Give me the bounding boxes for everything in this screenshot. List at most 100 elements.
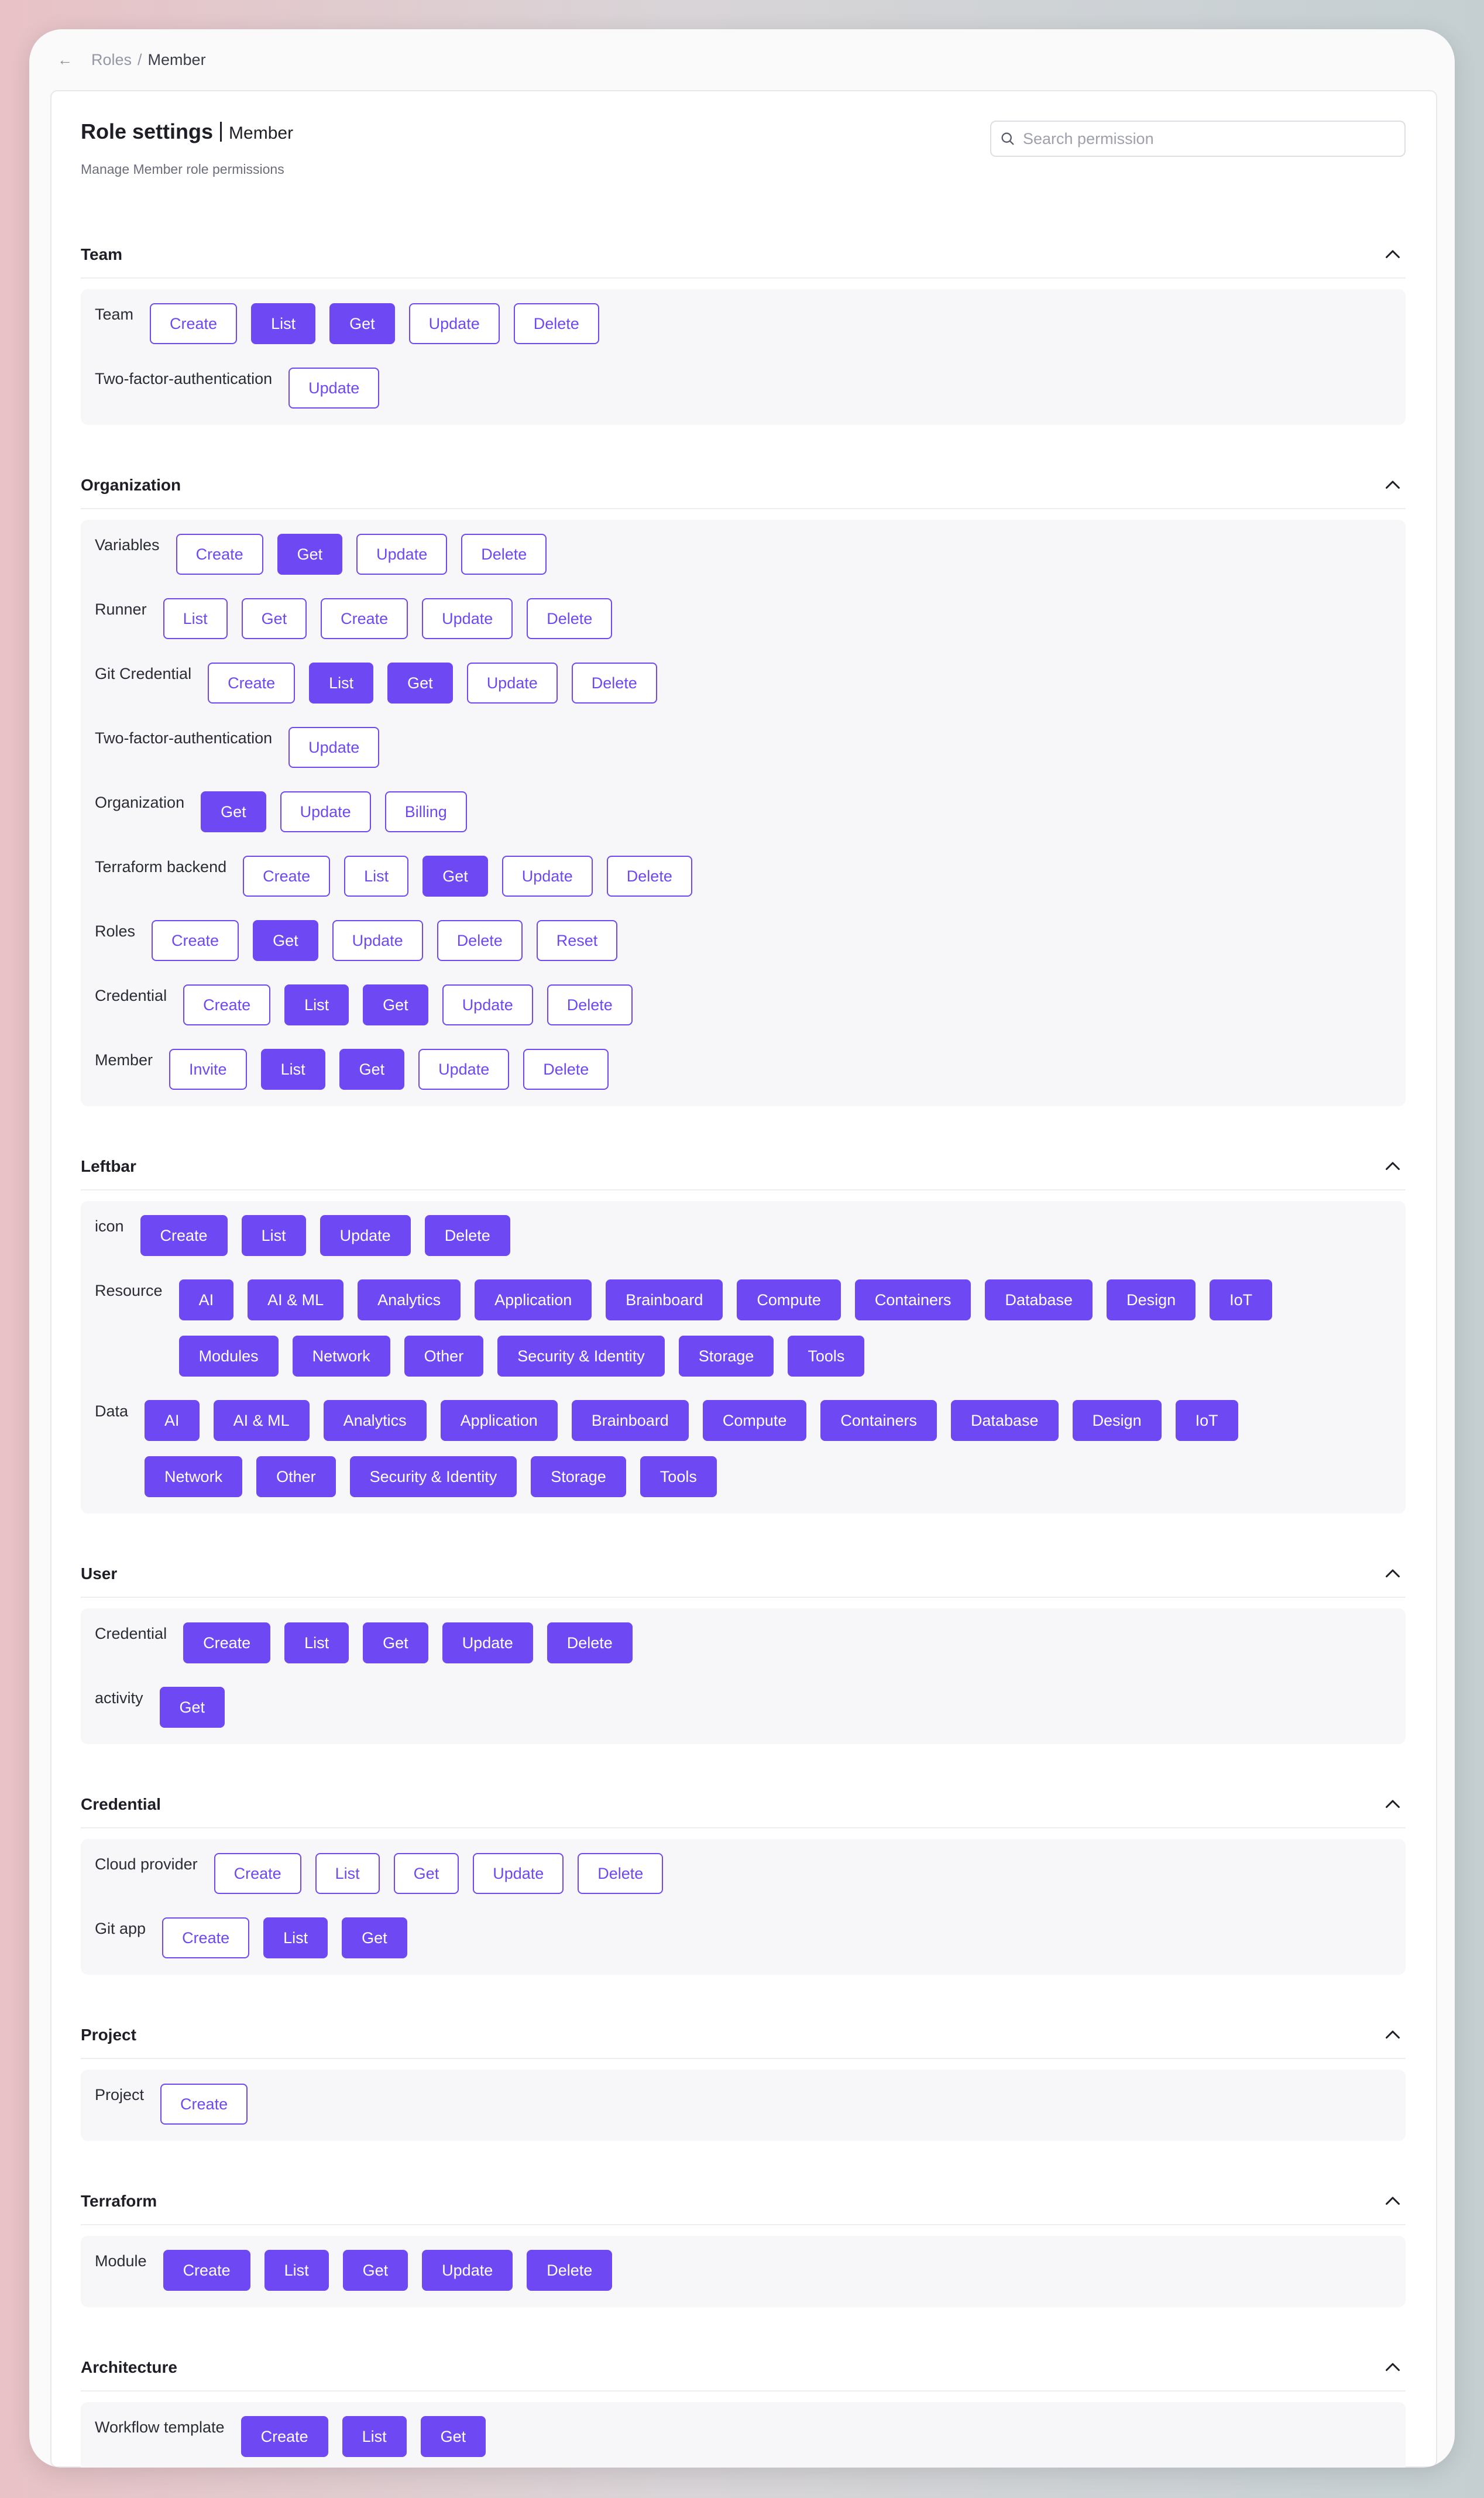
get-permission-toggle[interactable]: Get bbox=[201, 791, 266, 832]
create-permission-toggle[interactable]: Create bbox=[162, 1917, 250, 1958]
get-permission-toggle[interactable]: Get bbox=[277, 534, 343, 575]
list-permission-toggle[interactable]: List bbox=[163, 598, 228, 639]
delete-permission-toggle[interactable]: Delete bbox=[571, 663, 657, 704]
security-and-identity-permission-toggle[interactable]: Security & Identity bbox=[497, 1336, 665, 1377]
create-permission-toggle[interactable]: Create bbox=[176, 534, 263, 575]
delete-permission-toggle[interactable]: Delete bbox=[527, 598, 613, 639]
get-permission-toggle[interactable]: Get bbox=[363, 1622, 428, 1663]
brainboard-permission-toggle[interactable]: Brainboard bbox=[606, 1279, 723, 1320]
ai-and-ml-permission-toggle[interactable]: AI & ML bbox=[248, 1279, 344, 1320]
application-permission-toggle[interactable]: Application bbox=[440, 1400, 558, 1441]
list-permission-toggle[interactable]: List bbox=[342, 2416, 407, 2457]
compute-permission-toggle[interactable]: Compute bbox=[702, 1400, 807, 1441]
update-permission-toggle[interactable]: Update bbox=[442, 984, 533, 1025]
security-and-identity-permission-toggle[interactable]: Security & Identity bbox=[349, 1456, 517, 1497]
compute-permission-toggle[interactable]: Compute bbox=[737, 1279, 841, 1320]
update-permission-toggle[interactable]: Update bbox=[332, 920, 423, 961]
modules-permission-toggle[interactable]: Modules bbox=[178, 1336, 279, 1377]
database-permission-toggle[interactable]: Database bbox=[950, 1400, 1059, 1441]
get-permission-toggle[interactable]: Get bbox=[387, 663, 453, 704]
create-permission-toggle[interactable]: Create bbox=[183, 1622, 271, 1663]
back-arrow-icon[interactable]: ← bbox=[57, 51, 73, 69]
create-permission-toggle[interactable]: Create bbox=[150, 303, 238, 344]
delete-permission-toggle[interactable]: Delete bbox=[437, 920, 523, 961]
create-permission-toggle[interactable]: Create bbox=[243, 856, 331, 897]
get-permission-toggle[interactable]: Get bbox=[420, 2416, 486, 2457]
storage-permission-toggle[interactable]: Storage bbox=[678, 1336, 774, 1377]
other-permission-toggle[interactable]: Other bbox=[256, 1456, 336, 1497]
section-header[interactable]: Project bbox=[81, 2012, 1406, 2059]
list-permission-toggle[interactable]: List bbox=[241, 1215, 306, 1256]
application-permission-toggle[interactable]: Application bbox=[475, 1279, 592, 1320]
ai-permission-toggle[interactable]: AI bbox=[178, 1279, 234, 1320]
create-permission-toggle[interactable]: Create bbox=[241, 2416, 328, 2457]
create-permission-toggle[interactable]: Create bbox=[152, 920, 239, 961]
section-header[interactable]: Leftbar bbox=[81, 1144, 1406, 1190]
database-permission-toggle[interactable]: Database bbox=[985, 1279, 1093, 1320]
chevron-up-icon[interactable] bbox=[1382, 244, 1403, 265]
billing-permission-toggle[interactable]: Billing bbox=[384, 791, 467, 832]
update-permission-toggle[interactable]: Update bbox=[466, 663, 558, 704]
list-permission-toggle[interactable]: List bbox=[344, 856, 409, 897]
get-permission-toggle[interactable]: Get bbox=[363, 984, 428, 1025]
section-header[interactable]: Organization bbox=[81, 462, 1406, 509]
list-permission-toggle[interactable]: List bbox=[315, 1853, 380, 1894]
delete-permission-toggle[interactable]: Delete bbox=[424, 1215, 510, 1256]
create-permission-toggle[interactable]: Create bbox=[183, 984, 271, 1025]
get-permission-toggle[interactable]: Get bbox=[342, 2250, 408, 2291]
invite-permission-toggle[interactable]: Invite bbox=[169, 1049, 247, 1090]
delete-permission-toggle[interactable]: Delete bbox=[547, 984, 633, 1025]
design-permission-toggle[interactable]: Design bbox=[1072, 1400, 1162, 1441]
containers-permission-toggle[interactable]: Containers bbox=[820, 1400, 937, 1441]
analytics-permission-toggle[interactable]: Analytics bbox=[323, 1400, 427, 1441]
update-permission-toggle[interactable]: Update bbox=[288, 727, 380, 768]
other-permission-toggle[interactable]: Other bbox=[404, 1336, 484, 1377]
delete-permission-toggle[interactable]: Delete bbox=[527, 2250, 613, 2291]
get-permission-toggle[interactable]: Get bbox=[241, 598, 307, 639]
update-permission-toggle[interactable]: Update bbox=[422, 598, 513, 639]
delete-permission-toggle[interactable]: Delete bbox=[461, 534, 547, 575]
create-permission-toggle[interactable]: Create bbox=[140, 1215, 228, 1256]
update-permission-toggle[interactable]: Update bbox=[442, 1622, 533, 1663]
get-permission-toggle[interactable]: Get bbox=[342, 1917, 407, 1958]
get-permission-toggle[interactable]: Get bbox=[339, 1049, 405, 1090]
get-permission-toggle[interactable]: Get bbox=[159, 1687, 225, 1728]
create-permission-toggle[interactable]: Create bbox=[163, 2250, 250, 2291]
list-permission-toggle[interactable]: List bbox=[284, 1622, 349, 1663]
update-permission-toggle[interactable]: Update bbox=[288, 368, 380, 409]
list-permission-toggle[interactable]: List bbox=[263, 1917, 328, 1958]
delete-permission-toggle[interactable]: Delete bbox=[513, 303, 599, 344]
section-header[interactable]: Terraform bbox=[81, 2178, 1406, 2225]
create-permission-toggle[interactable]: Create bbox=[208, 663, 296, 704]
iot-permission-toggle[interactable]: IoT bbox=[1175, 1400, 1238, 1441]
analytics-permission-toggle[interactable]: Analytics bbox=[358, 1279, 461, 1320]
chevron-up-icon[interactable] bbox=[1382, 1563, 1403, 1584]
search-box[interactable] bbox=[990, 121, 1406, 157]
chevron-up-icon[interactable] bbox=[1382, 1794, 1403, 1815]
get-permission-toggle[interactable]: Get bbox=[393, 1853, 459, 1894]
list-permission-toggle[interactable]: List bbox=[251, 303, 316, 344]
section-header[interactable]: User bbox=[81, 1551, 1406, 1598]
update-permission-toggle[interactable]: Update bbox=[422, 2250, 513, 2291]
section-header[interactable]: Architecture bbox=[81, 2345, 1406, 2391]
tools-permission-toggle[interactable]: Tools bbox=[640, 1456, 717, 1497]
delete-permission-toggle[interactable]: Delete bbox=[547, 1622, 633, 1663]
tools-permission-toggle[interactable]: Tools bbox=[788, 1336, 865, 1377]
design-permission-toggle[interactable]: Design bbox=[1107, 1279, 1196, 1320]
list-permission-toggle[interactable]: List bbox=[260, 1049, 325, 1090]
chevron-up-icon[interactable] bbox=[1382, 2191, 1403, 2212]
delete-permission-toggle[interactable]: Delete bbox=[606, 856, 692, 897]
get-permission-toggle[interactable]: Get bbox=[253, 920, 318, 961]
get-permission-toggle[interactable]: Get bbox=[329, 303, 395, 344]
chevron-up-icon[interactable] bbox=[1382, 2357, 1403, 2378]
list-permission-toggle[interactable]: List bbox=[309, 663, 374, 704]
network-permission-toggle[interactable]: Network bbox=[292, 1336, 390, 1377]
ai-and-ml-permission-toggle[interactable]: AI & ML bbox=[213, 1400, 310, 1441]
update-permission-toggle[interactable]: Update bbox=[473, 1853, 564, 1894]
get-permission-toggle[interactable]: Get bbox=[422, 856, 488, 897]
iot-permission-toggle[interactable]: IoT bbox=[1210, 1279, 1273, 1320]
section-header[interactable]: Team bbox=[81, 232, 1406, 279]
section-header[interactable]: Credential bbox=[81, 1782, 1406, 1828]
chevron-up-icon[interactable] bbox=[1382, 2025, 1403, 2046]
reset-permission-toggle[interactable]: Reset bbox=[536, 920, 618, 961]
